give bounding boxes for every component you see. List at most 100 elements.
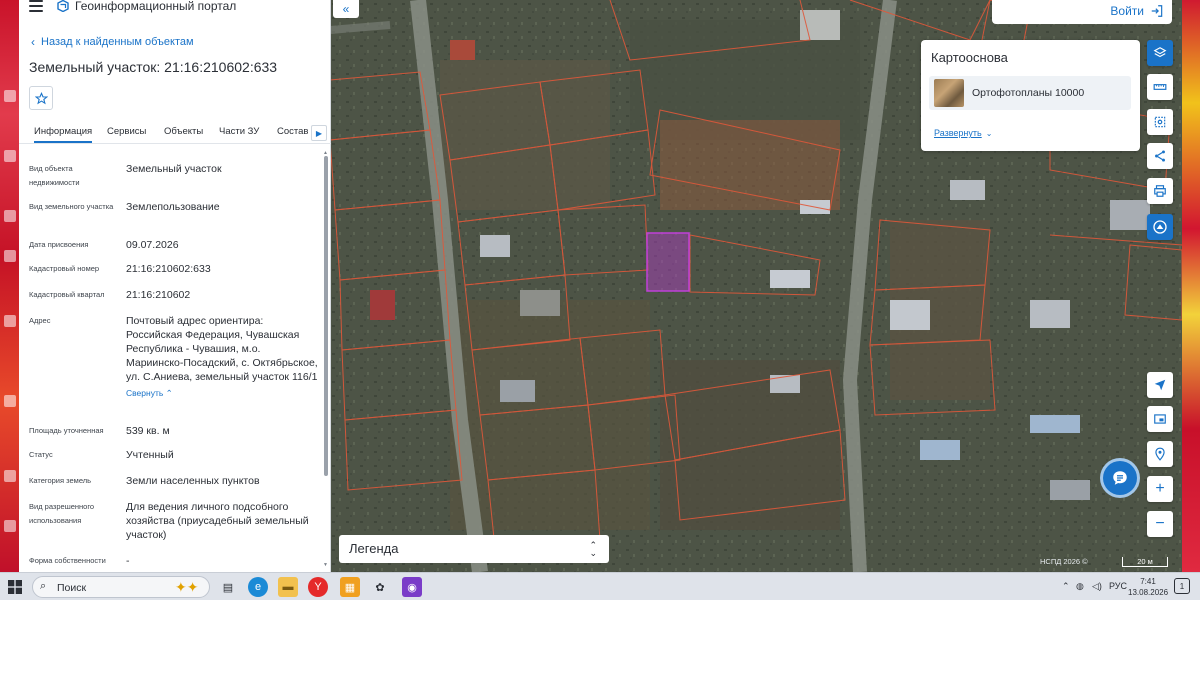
- login-button[interactable]: Войти: [1110, 4, 1164, 18]
- task-view-icon[interactable]: ▤: [218, 577, 238, 597]
- desktop-icon[interactable]: [4, 250, 16, 262]
- edge-browser-icon[interactable]: e: [248, 577, 268, 597]
- attribute-value: -: [126, 555, 130, 567]
- windows-start-icon[interactable]: [8, 580, 22, 594]
- desktop-icon[interactable]: [4, 90, 16, 102]
- location-pin-icon: [1155, 447, 1165, 461]
- desktop-wallpaper-left: [0, 0, 20, 572]
- login-label: Войти: [1110, 4, 1144, 18]
- collapse-address-link[interactable]: Свернуть ⌃: [126, 386, 318, 400]
- location-pin-button[interactable]: [1147, 441, 1173, 467]
- double-chevron-left-icon: «: [342, 2, 350, 16]
- expand-collapse-icon: ⌃ ⌄: [589, 540, 597, 558]
- portal-logo-icon: [57, 0, 69, 12]
- chat-button[interactable]: [1100, 458, 1140, 498]
- share-button[interactable]: [1147, 143, 1173, 169]
- back-to-results-link[interactable]: ‹ Назад к найденным объектам: [31, 35, 194, 49]
- zoom-in-icon: +: [1155, 480, 1165, 497]
- collapse-label: Свернуть: [126, 388, 164, 398]
- tab-parcel-parts[interactable]: Части ЗУ: [219, 126, 259, 137]
- attribute-label: Кадастровый квартал: [29, 290, 105, 299]
- tabs-scroll-right-button[interactable]: ▶: [311, 125, 327, 141]
- basemap-title: Картооснова: [931, 50, 1008, 65]
- basemap-option[interactable]: Ортофотопланы 10000: [929, 76, 1131, 110]
- attribute-label: Площадь уточненная: [29, 426, 104, 435]
- area-select-button[interactable]: [1147, 109, 1173, 135]
- desktop-icon[interactable]: [4, 395, 16, 407]
- legend-dropdown[interactable]: Легенда ⌃ ⌄: [339, 535, 609, 563]
- desktop-icon[interactable]: [4, 210, 16, 222]
- attribute-value: Для ведения личного подсобного хозяйства…: [126, 501, 309, 541]
- search-icon: ⌕: [40, 580, 47, 592]
- share-icon: [1155, 150, 1165, 162]
- measure-button[interactable]: [1147, 74, 1173, 100]
- tab-objects[interactable]: Объекты: [164, 126, 203, 137]
- scroll-down-icon[interactable]: ▼: [323, 562, 328, 568]
- notifications-icon[interactable]: 1: [1174, 578, 1190, 594]
- legend-label: Легенда: [349, 541, 399, 556]
- desktop-icon[interactable]: [4, 520, 16, 532]
- expand-label: Развернуть: [934, 128, 982, 138]
- login-icon: [1151, 5, 1163, 17]
- attribute-label: Категория земель: [29, 476, 92, 485]
- chat-icon: [1113, 471, 1127, 485]
- show-hidden-icons-icon[interactable]: ⌃: [1062, 581, 1070, 592]
- expand-basemaps-link[interactable]: Развернуть ⌄: [934, 128, 992, 138]
- collapse-panel-button[interactable]: «: [333, 0, 359, 18]
- attribute-list: Вид объекта недвижимости Земельный участ…: [19, 150, 324, 568]
- menu-icon[interactable]: [29, 0, 43, 12]
- basemap-option-label: Ортофотопланы 10000: [972, 87, 1085, 99]
- chevron-down-icon: ⌄: [985, 129, 993, 138]
- panel-scrollbar[interactable]: ▲ ▼: [323, 150, 329, 568]
- attribute-label: Вид объекта недвижимости: [29, 164, 80, 187]
- zoom-out-icon: −: [1155, 515, 1165, 532]
- attribute-value: Землепользование: [126, 201, 220, 213]
- desktop-wallpaper-right: [1182, 0, 1200, 572]
- locate-icon: [1154, 379, 1166, 391]
- yandex-browser-icon[interactable]: Y: [308, 577, 328, 597]
- scrollbar-thumb[interactable]: [324, 156, 328, 476]
- volume-icon[interactable]: ◁): [1092, 581, 1102, 592]
- tab-services[interactable]: Сервисы: [107, 126, 146, 137]
- assistant-button[interactable]: [1147, 214, 1173, 240]
- attribute-label: Адрес: [29, 316, 51, 325]
- store-icon[interactable]: ▦: [340, 577, 360, 597]
- minimap-button[interactable]: [1147, 406, 1173, 432]
- taskbar-search[interactable]: ⌕ Поиск ✦✦: [32, 576, 210, 598]
- attribute-value: Земли населенных пунктов: [126, 475, 260, 487]
- messenger-icon[interactable]: ◉: [402, 577, 422, 597]
- select-area-icon: [1154, 116, 1166, 128]
- app-title: Геоинформационный портал: [75, 0, 237, 13]
- object-info-panel: Геоинформационный портал ‹ Назад к найде…: [19, 0, 331, 572]
- zoom-in-button[interactable]: +: [1147, 476, 1173, 502]
- scale-bar: 20 м: [1122, 557, 1168, 567]
- locate-button[interactable]: [1147, 372, 1173, 398]
- tab-information[interactable]: Информация: [34, 126, 93, 143]
- system-clock[interactable]: 7:41 13.08.2026: [1128, 576, 1168, 598]
- network-icon[interactable]: ◍: [1076, 581, 1084, 592]
- favorite-button[interactable]: [29, 86, 53, 110]
- tab-composition[interactable]: Состав: [277, 126, 308, 137]
- login-bar: Войти: [992, 0, 1172, 24]
- desktop-icon[interactable]: [4, 315, 16, 327]
- basemap-thumbnail: [934, 79, 964, 107]
- assistant-icon: [1153, 220, 1167, 234]
- chevron-up-icon: ⌃: [165, 388, 173, 398]
- scale-label: 20 м: [1137, 557, 1153, 566]
- app-icon[interactable]: ✿: [370, 577, 390, 597]
- file-explorer-icon[interactable]: ▬: [278, 577, 298, 597]
- print-button[interactable]: [1147, 178, 1173, 204]
- language-indicator[interactable]: РУС: [1109, 581, 1127, 591]
- search-placeholder: Поиск: [57, 582, 87, 594]
- minimap-icon: [1154, 414, 1166, 424]
- zoom-out-button[interactable]: −: [1147, 511, 1173, 537]
- back-link-label: Назад к найденным объектам: [41, 36, 194, 48]
- layers-button[interactable]: [1147, 40, 1173, 66]
- basemap-card: Картооснова Ортофотопланы 10000 Разверну…: [921, 40, 1140, 151]
- sparkle-icon: ✦✦: [175, 579, 199, 595]
- desktop-icon[interactable]: [4, 470, 16, 482]
- clock-date: 13.08.2026: [1128, 588, 1169, 597]
- selected-parcel[interactable]: [646, 232, 690, 292]
- attribute-value: 21:16:210602: [126, 289, 191, 301]
- desktop-icon[interactable]: [4, 150, 16, 162]
